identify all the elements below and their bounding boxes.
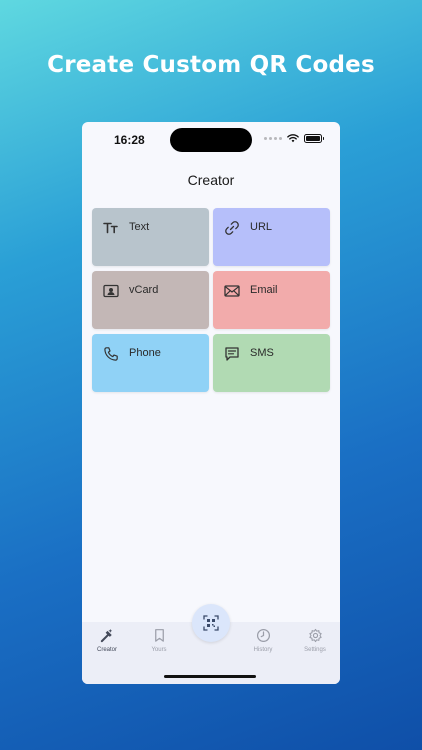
chat-bubble-icon	[225, 347, 239, 361]
clock-icon	[256, 628, 270, 643]
qr-type-grid: Text URL vCard Email Phone SMS	[92, 208, 330, 392]
tile-label: Text	[129, 221, 150, 233]
contact-card-icon	[103, 284, 119, 298]
tab-label: Settings	[304, 647, 326, 653]
tab-history[interactable]: History	[241, 628, 285, 653]
tab-label: Yours	[151, 647, 167, 653]
phone-tile[interactable]: Phone	[92, 334, 209, 392]
tab-creator[interactable]: Creator	[85, 628, 129, 653]
link-icon	[225, 221, 239, 235]
tab-bar: Creator Yours History Settings	[82, 604, 340, 684]
dynamic-island	[170, 128, 252, 152]
tile-label: Email	[250, 284, 278, 296]
status-time: 16:28	[114, 133, 145, 147]
email-tile[interactable]: Email	[213, 271, 330, 329]
home-indicator	[164, 675, 256, 678]
magic-wand-icon	[100, 628, 112, 643]
tile-label: URL	[250, 221, 273, 233]
tile-label: Phone	[129, 347, 161, 359]
tab-label: History	[253, 647, 273, 653]
url-tile[interactable]: URL	[213, 208, 330, 266]
battery-icon	[304, 134, 324, 143]
tab-label: Creator	[96, 647, 117, 653]
text-tile[interactable]: Text	[92, 208, 209, 266]
qr-scan-icon	[203, 615, 219, 631]
scan-qr-button[interactable]	[192, 604, 230, 642]
status-indicators	[264, 134, 324, 143]
bookmark-icon	[154, 629, 164, 642]
cellular-signal-icon	[264, 137, 282, 140]
vcard-tile[interactable]: vCard	[92, 271, 209, 329]
tile-label: vCard	[129, 284, 159, 296]
gear-icon	[308, 628, 322, 643]
status-bar: 16:28	[82, 122, 340, 158]
phone-screen: 16:28 Creator Text URL vCard Email Phone…	[82, 122, 340, 684]
tile-label: SMS	[250, 347, 274, 359]
envelope-icon	[224, 285, 240, 297]
wifi-icon	[287, 134, 299, 143]
sms-tile[interactable]: SMS	[213, 334, 330, 392]
text-format-icon	[103, 222, 118, 234]
headline: Create Custom QR Codes	[47, 52, 375, 78]
tab-yours[interactable]: Yours	[137, 628, 181, 653]
phone-icon	[104, 347, 118, 361]
page-title: Creator	[187, 172, 235, 188]
tab-settings[interactable]: Settings	[293, 628, 337, 653]
